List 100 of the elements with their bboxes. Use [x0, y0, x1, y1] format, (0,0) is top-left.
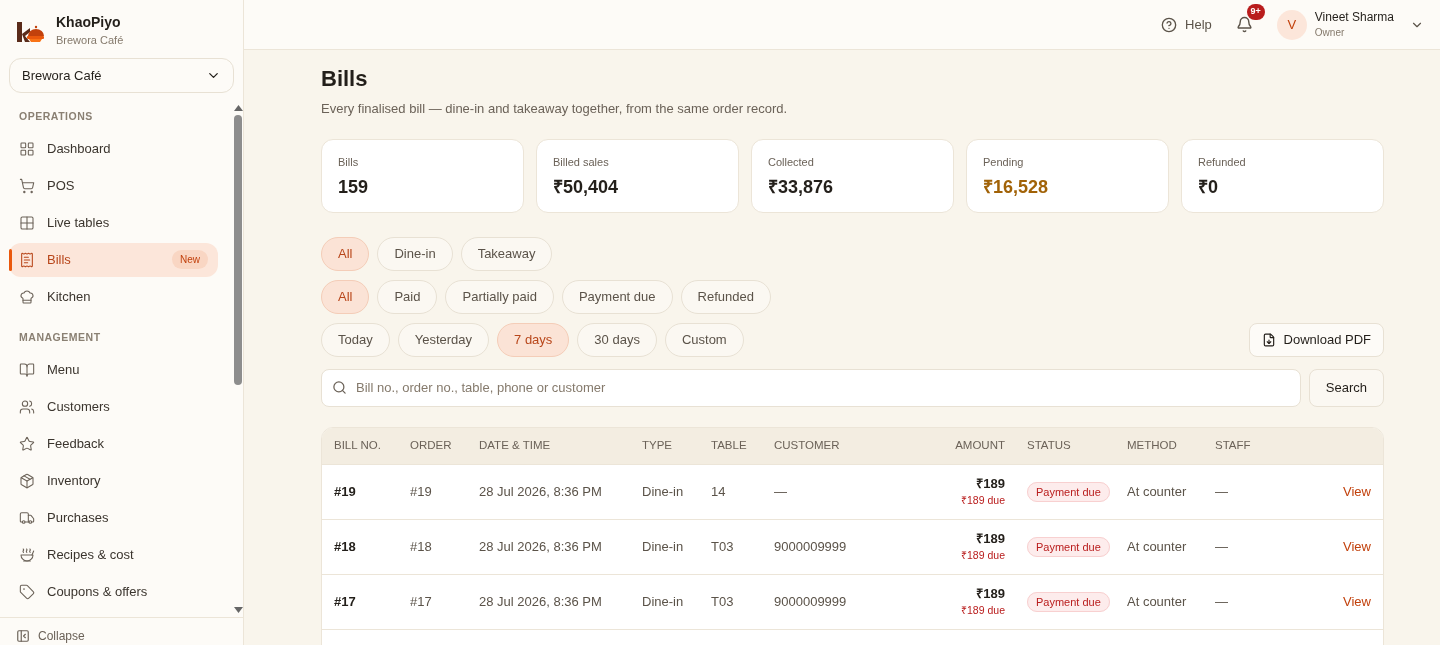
filter-chip[interactable]: Yesterday — [397, 322, 490, 357]
sidebar-item[interactable]: Kitchen — [9, 279, 218, 314]
scrollbar-thumb[interactable] — [234, 115, 242, 385]
brand-name: KhaoPiyo — [56, 14, 122, 32]
table-cell: Dine-in — [642, 538, 684, 554]
table-cell: #19 — [334, 483, 356, 499]
sidebar-item[interactable]: Purchases — [9, 500, 218, 535]
view-link[interactable]: View — [1343, 536, 1371, 557]
sidebar-item[interactable]: Dashboard — [9, 131, 218, 166]
amount-due: ₹189 due — [961, 603, 1005, 619]
page-title: Bills — [321, 65, 369, 93]
filter-chip[interactable]: Dine-in — [377, 236, 453, 271]
sidebar-item[interactable]: Inventory — [9, 463, 218, 498]
filter-chip[interactable]: 7 days — [497, 322, 570, 357]
filter-chip[interactable]: Payment due — [561, 279, 673, 314]
file-download-icon — [1261, 332, 1276, 347]
star-icon — [19, 435, 35, 452]
stat-value: ₹16,528 — [983, 176, 1050, 199]
search-icon — [332, 379, 347, 395]
help-icon — [1161, 16, 1178, 33]
outlet-select[interactable]: Brewora Café — [9, 58, 234, 93]
table-cell: At counter — [1127, 593, 1187, 609]
table-cell: #18 — [334, 538, 356, 554]
page-subtitle: Every finalised bill — dine-in and takeaway together, from the same order record. — [321, 100, 789, 118]
status-badge: Payment due — [1027, 591, 1110, 612]
column-header: AMOUNT — [955, 438, 1005, 451]
column-header: STAFF — [1215, 438, 1251, 451]
amount: ₹189 — [976, 529, 1005, 548]
column-header: DATE & TIME — [479, 438, 551, 451]
box-icon — [19, 472, 35, 489]
cart-icon — [19, 177, 35, 194]
filter-chip[interactable]: 30 days — [577, 322, 657, 357]
filter-chip[interactable]: Takeaway — [460, 236, 553, 271]
search-field[interactable]: Bill no., order no., table, phone or customer — [321, 368, 1301, 407]
filter-chip[interactable]: Today — [321, 322, 390, 357]
filter-chip[interactable]: All — [321, 279, 370, 314]
bell-icon[interactable] — [1235, 16, 1253, 33]
notification-badge: 9+ — [1246, 4, 1265, 20]
grid-icon — [19, 140, 35, 157]
sidebar-item[interactable]: Coupons & offers — [9, 574, 218, 609]
collapse-button[interactable]: Collapse — [38, 626, 85, 645]
truck-icon — [19, 509, 35, 526]
user-name: Vineet Sharma — [1314, 9, 1394, 25]
amount-due: ₹189 due — [961, 493, 1005, 509]
scroll-down-arrow-icon[interactable] — [233, 607, 243, 613]
view-link[interactable]: View — [1343, 591, 1371, 612]
sidebar-item[interactable]: Feedback — [9, 426, 218, 461]
collapse-icon — [16, 628, 30, 643]
column-header: TABLE — [711, 438, 747, 451]
table-cell: — — [1215, 483, 1228, 499]
section-title: OPERATIONS — [18, 109, 94, 124]
table-cell: 14 — [711, 483, 726, 499]
column-header: STATUS — [1027, 438, 1071, 451]
sidebar-item[interactable]: Live tables — [9, 205, 218, 240]
filter-chip[interactable]: Custom — [664, 322, 744, 357]
column-header: CUSTOMER — [774, 438, 840, 451]
status-badge: Payment due — [1027, 536, 1110, 557]
amount: ₹189 — [976, 474, 1005, 493]
stat-value: 159 — [338, 176, 370, 199]
amount: ₹189 — [976, 584, 1005, 603]
column-header: TYPE — [642, 438, 673, 451]
user-role: Owner — [1314, 25, 1346, 40]
filter-chip[interactable]: Refunded — [680, 279, 771, 314]
table-cell: At counter — [1127, 483, 1187, 499]
sidebar-item[interactable]: Recipes & cost — [9, 537, 218, 572]
column-header: ORDER — [410, 438, 452, 451]
sidebar-item[interactable]: POS — [9, 168, 218, 203]
table-cell: T03 — [711, 593, 734, 609]
stat-label: Pending — [983, 154, 1025, 170]
status-badge: Payment due — [1027, 481, 1110, 502]
download-pdf-button[interactable]: Download PDF — [1248, 322, 1384, 357]
scroll-up-arrow-icon[interactable] — [233, 105, 243, 111]
view-link[interactable]: View — [1343, 481, 1371, 502]
table-cell: #18 — [410, 538, 432, 554]
filter-chip[interactable]: All — [321, 236, 370, 271]
brand-outlet: Brewora Café — [56, 32, 124, 48]
section-title: MANAGEMENT — [18, 329, 102, 345]
sidebar-item[interactable]: Customers — [9, 389, 218, 424]
column-header: METHOD — [1127, 438, 1177, 451]
filter-chip[interactable]: Paid — [377, 279, 438, 314]
stat-label: Billed sales — [553, 154, 610, 170]
filter-chip[interactable]: Partially paid — [445, 279, 554, 314]
help-button[interactable]: Help — [1161, 14, 1212, 35]
table-cell: At counter — [1127, 538, 1187, 554]
table-cell: T03 — [711, 538, 734, 554]
receipt-icon — [19, 251, 35, 268]
column-header: BILL NO. — [334, 438, 381, 451]
table-cell: 9000009999 — [774, 593, 847, 609]
table-icon — [19, 214, 35, 231]
table-cell: — — [774, 483, 787, 499]
amount-due: ₹189 due — [961, 548, 1005, 564]
sidebar-item[interactable]: Menu — [9, 352, 218, 387]
search-button[interactable]: Search — [1308, 368, 1384, 407]
avatar[interactable]: V — [1276, 9, 1307, 40]
table-cell: 28 Jul 2026, 8:36 PM — [479, 483, 602, 499]
stat-value: ₹0 — [1198, 176, 1219, 199]
new-badge: New — [172, 250, 208, 270]
sidebar-item[interactable]: Bills New — [9, 242, 218, 277]
book-icon — [19, 361, 35, 378]
stat-label: Refunded — [1198, 154, 1247, 170]
